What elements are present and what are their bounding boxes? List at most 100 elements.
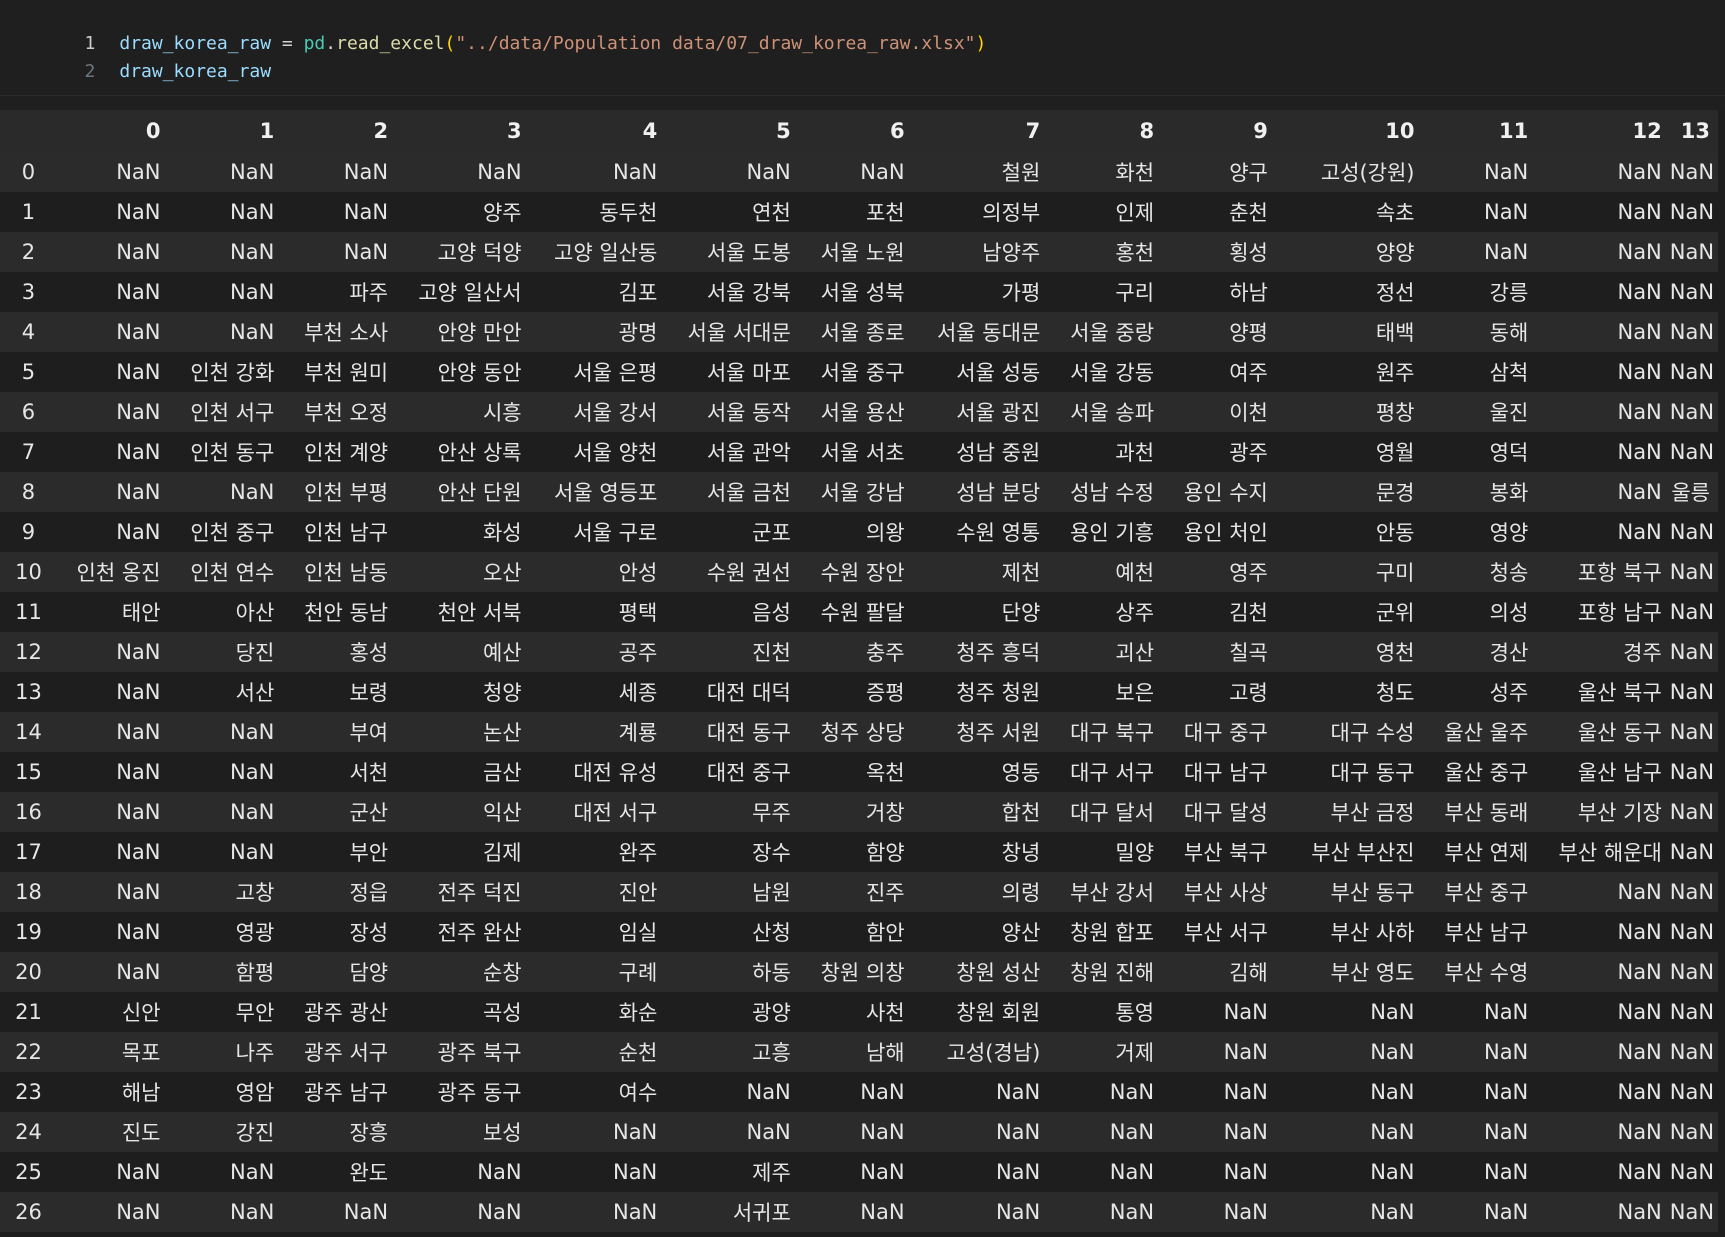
table-cell: NaN	[1370, 1200, 1415, 1224]
table-cell: 서산	[235, 681, 275, 705]
table-cell: 보은	[1115, 681, 1155, 705]
table-cell: 서울 구로	[573, 521, 658, 545]
table-cell: 부산 남구	[1444, 921, 1529, 945]
table-cell: NaN	[343, 200, 389, 224]
table-cell: NaN	[116, 800, 161, 824]
table-cell: 부천 오정	[304, 401, 389, 425]
table-cell: NaN	[1669, 1160, 1715, 1184]
code-line-2[interactable]: 2 draw_korea_raw	[0, 30, 272, 82]
row-index: 14	[15, 720, 42, 744]
table-cell: NaN	[1483, 1120, 1529, 1144]
code-content[interactable]: draw_korea_raw	[119, 58, 271, 86]
table-cell: 인천 강화	[190, 361, 275, 385]
table-cell: 부산 서구	[1183, 921, 1268, 945]
table-cell: 칠곡	[1229, 641, 1268, 665]
table-cell: 서울 강남	[820, 481, 905, 505]
table-cell: 화순	[618, 1001, 658, 1025]
table-cell: 여수	[618, 1081, 658, 1105]
table-cell: 양구	[1229, 161, 1268, 185]
table-cell: NaN	[230, 840, 275, 864]
table-cell: 옥천	[865, 761, 905, 785]
code-token: pd	[303, 33, 326, 54]
code-token: )	[975, 33, 987, 54]
row-index: 12	[15, 640, 42, 664]
table-cell: 통영	[1115, 1001, 1155, 1025]
table-cell: 서울 서대문	[687, 321, 791, 345]
table-cell: NaN	[1669, 520, 1715, 544]
row-index: 3	[21, 280, 36, 304]
table-cell: 창원 회원	[956, 1001, 1041, 1025]
table-cell: NaN	[116, 240, 161, 264]
table-cell: 울산 북구	[1577, 681, 1662, 705]
table-cell: 목포	[121, 1041, 161, 1065]
table-cell: 울산 중구	[1444, 761, 1529, 785]
table-cell: 의령	[1001, 881, 1041, 905]
table-row: 17 NaN NaN 부안 김제 완주 장수 함양 창녕 밀양 부산 북구 부산 부산진 부산 연제 부산…	[0, 832, 1718, 872]
table-cell: 하남	[1229, 281, 1268, 305]
table-cell: 울진	[1489, 401, 1529, 425]
table-cell: 수원 장안	[820, 561, 905, 585]
table-cell: NaN	[1669, 280, 1715, 304]
row-index: 8	[21, 480, 36, 504]
table-cell: 영광	[235, 921, 275, 945]
table-cell: 포항 북구	[1577, 561, 1662, 585]
table-cell: 청주 서원	[956, 721, 1041, 745]
table-cell: 청주 상당	[820, 721, 905, 745]
table-cell: NaN	[1483, 1080, 1529, 1104]
row-index: 17	[15, 840, 42, 864]
table-cell: 여주	[1229, 361, 1268, 385]
table-cell: 청주 청원	[956, 681, 1041, 705]
table-row: 16 NaN NaN 군산 익산 대전 서구 무주 거창 합천 대구 달서 대구 달성 부산 금정 부산…	[0, 792, 1718, 832]
table-cell: 울릉	[1671, 481, 1710, 505]
table-cell: NaN	[1370, 1040, 1415, 1064]
table-cell: NaN	[1617, 240, 1662, 264]
table-cell: 증평	[865, 681, 905, 705]
table-cell: NaN	[343, 240, 389, 264]
code-editor[interactable]: 1 draw_korea_raw = pd.read_excel("../data…	[0, 0, 1725, 88]
dataframe-header-row: 0 1 2 3 4 5 6 7 8 9 10 11 12 13	[0, 110, 1718, 152]
table-cell: 천안 동남	[304, 601, 389, 625]
table-cell: NaN	[612, 160, 658, 184]
table-cell: NaN	[1223, 1120, 1268, 1144]
table-cell: NaN	[1669, 360, 1715, 384]
row-index: 19	[15, 920, 42, 944]
table-cell: 울산 울주	[1444, 721, 1529, 745]
table-cell: NaN	[477, 1200, 522, 1224]
table-cell: 예천	[1115, 561, 1155, 585]
column-header: 10	[1275, 110, 1423, 152]
table-cell: NaN	[1617, 1120, 1662, 1144]
row-index: 22	[15, 1040, 42, 1064]
table-cell: 충주	[865, 641, 905, 665]
table-cell: 창원 합포	[1070, 921, 1155, 945]
table-cell: 시흥	[482, 401, 522, 425]
table-cell: 서천	[349, 761, 389, 785]
table-cell: 용인 기흥	[1070, 521, 1155, 545]
table-cell: 연천	[752, 201, 791, 225]
table-cell: 광주 서구	[304, 1041, 389, 1065]
table-cell: NaN	[1109, 1080, 1155, 1104]
table-cell: 서울 성북	[820, 281, 905, 305]
table-cell: 대구 남구	[1183, 761, 1268, 785]
table-cell: 장수	[752, 841, 791, 865]
table-cell: 괴산	[1115, 641, 1155, 665]
table-cell: 김제	[482, 841, 522, 865]
row-index: 24	[15, 1120, 42, 1144]
dataframe-table: 0 1 2 3 4 5 6 7 8 9 10 11 12 13 0 NaN NaN NaN NaN NaN NaN Na…	[0, 110, 1718, 1232]
table-cell: 대전 중구	[706, 761, 791, 785]
cell-output[interactable]: 0 1 2 3 4 5 6 7 8 9 10 11 12 13 0 NaN NaN NaN NaN NaN NaN Na…	[0, 110, 1725, 1237]
table-cell: NaN	[1617, 880, 1662, 904]
table-cell: 청송	[1489, 561, 1529, 585]
table-cell: 서울 서초	[820, 441, 905, 465]
table-cell: NaN	[746, 1120, 791, 1144]
table-cell: NaN	[1669, 920, 1715, 944]
table-cell: 양평	[1229, 321, 1268, 345]
table-cell: NaN	[477, 1160, 522, 1184]
table-cell: 서울 도봉	[706, 241, 791, 265]
table-cell: 평창	[1375, 401, 1415, 425]
table-cell: NaN	[1223, 1080, 1268, 1104]
table-cell: NaN	[477, 160, 522, 184]
table-row: 9 NaN 인천 중구 인천 남구 화성 서울 구로 군포 의왕 수원 영통 용인 기흥 용인 처인…	[0, 512, 1718, 552]
table-cell: NaN	[116, 680, 161, 704]
code-line-1[interactable]: 1 draw_korea_raw = pd.read_excel("../data…	[0, 2, 987, 54]
table-cell: NaN	[1370, 1000, 1415, 1024]
